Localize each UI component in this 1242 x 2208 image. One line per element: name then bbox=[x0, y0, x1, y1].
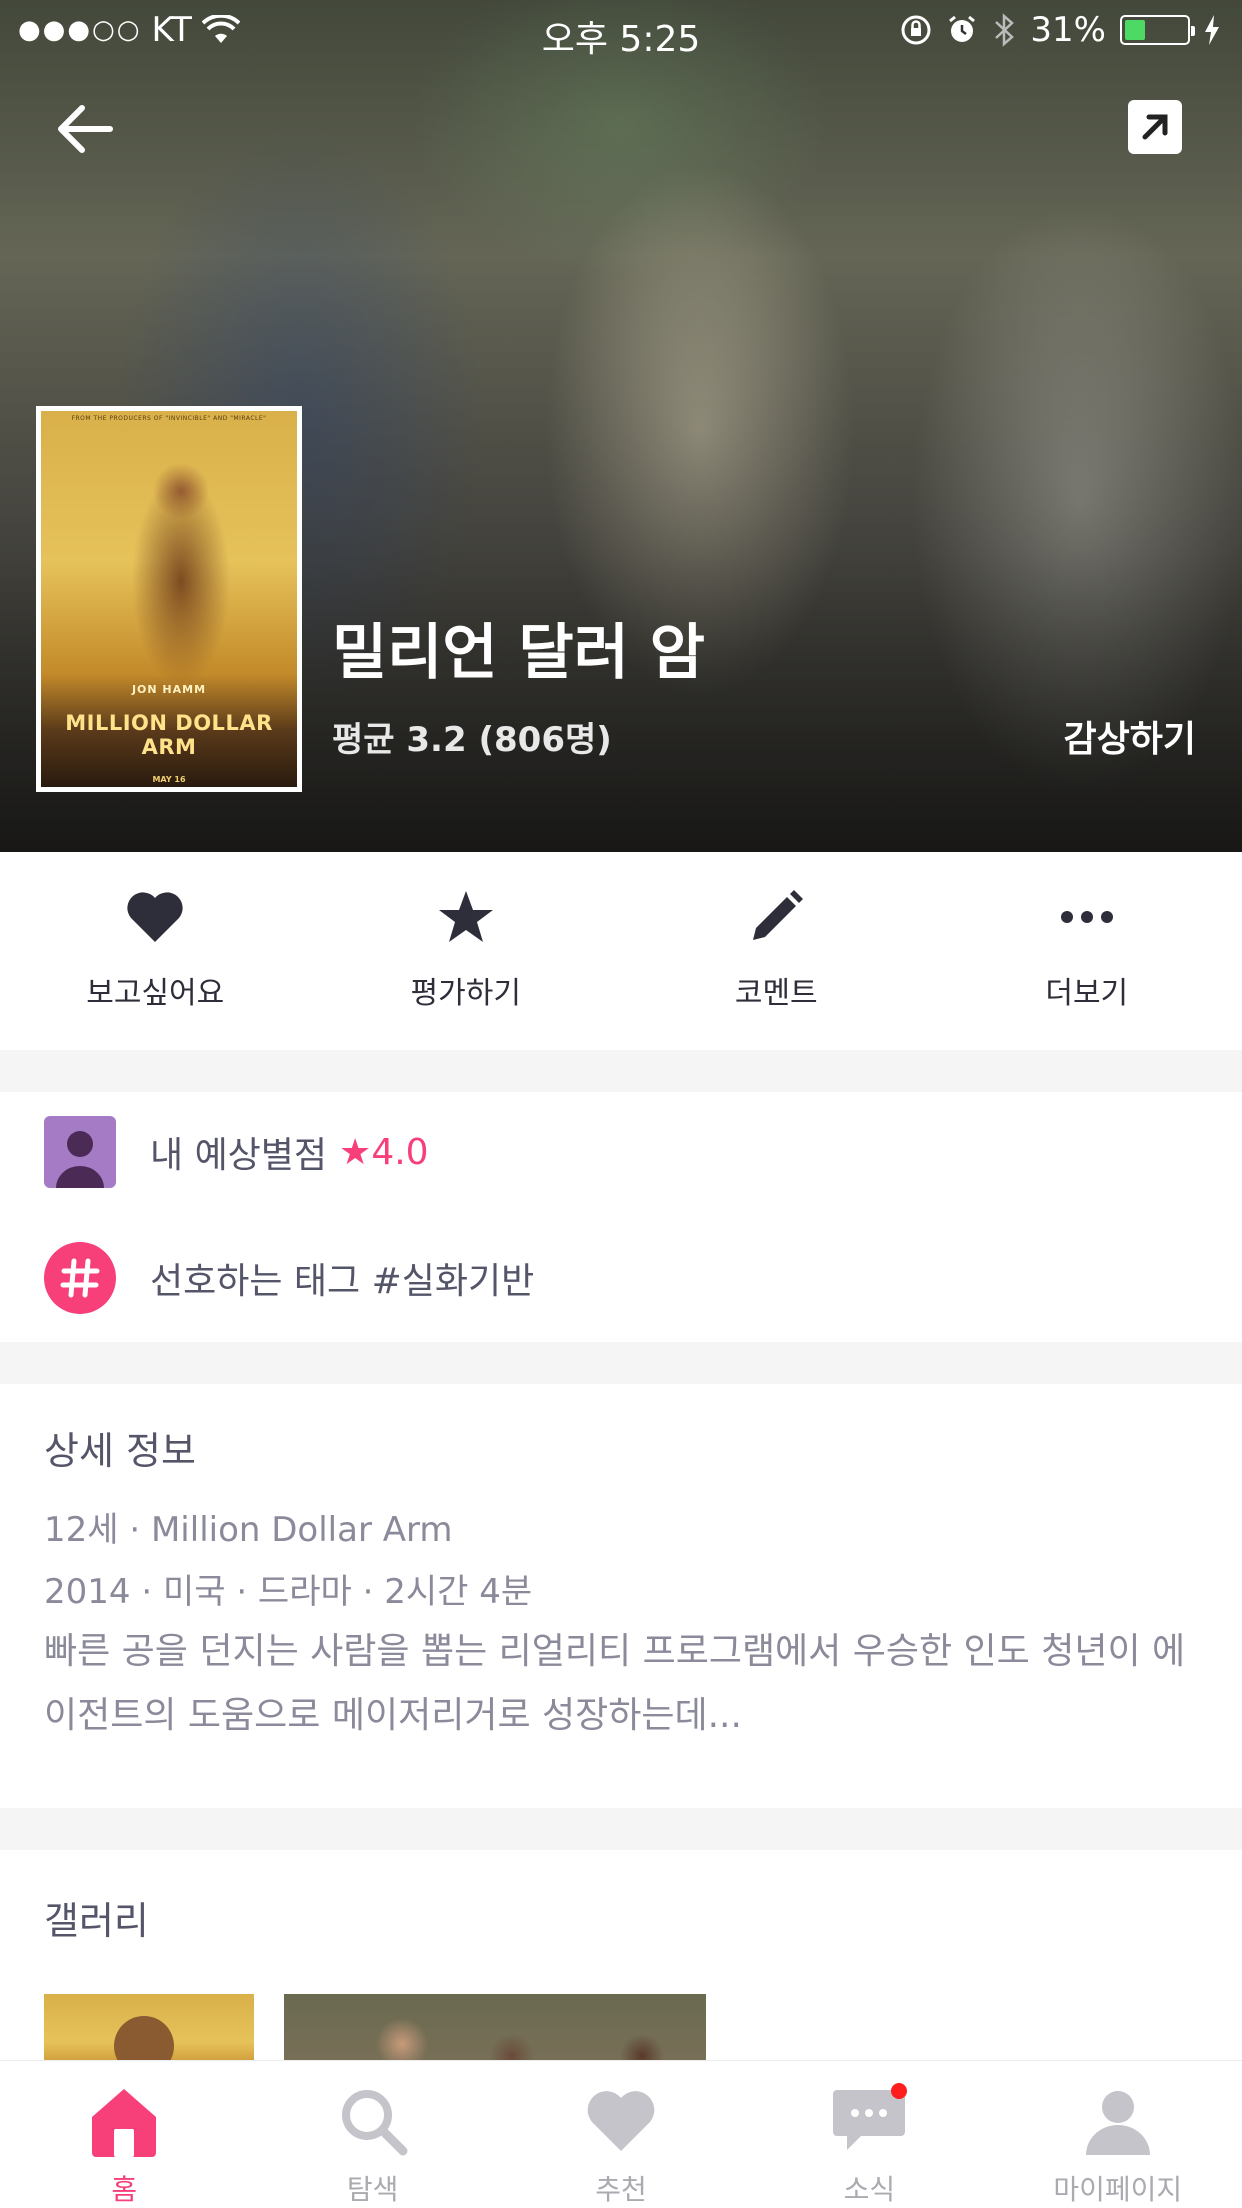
more-label: 더보기 bbox=[1045, 976, 1129, 1011]
want-to-watch-label: 보고싶어요 bbox=[86, 976, 225, 1011]
details-title: 상세 정보 bbox=[44, 1429, 196, 1473]
gallery-section: 갤러리 bbox=[0, 1850, 1242, 2060]
tab-home-label: 홈 bbox=[111, 2173, 138, 2206]
tab-bar: 홈 탐색 추천 소식 마이페이지 bbox=[0, 2060, 1242, 2208]
tab-news[interactable]: 소식 bbox=[745, 2061, 993, 2208]
tab-news-label: 소식 bbox=[843, 2173, 896, 2206]
heart-icon bbox=[587, 2090, 655, 2151]
gallery-image-poster[interactable] bbox=[44, 1994, 254, 2060]
battery-icon bbox=[1120, 15, 1195, 45]
external-link-icon bbox=[1142, 114, 1168, 140]
tab-search[interactable]: 탐색 bbox=[248, 2061, 496, 2208]
more-icon bbox=[1060, 911, 1113, 923]
poster-title: MILLION DOLLAR ARM bbox=[65, 711, 273, 759]
battery-percent: 31% bbox=[1030, 10, 1106, 50]
home-icon bbox=[92, 2088, 157, 2157]
tab-search-label: 탐색 bbox=[346, 2173, 399, 2206]
tab-home[interactable]: 홈 bbox=[0, 2061, 248, 2208]
section-divider bbox=[0, 1808, 1242, 1850]
more-button[interactable]: 더보기 bbox=[932, 852, 1242, 1050]
rate-button[interactable]: 평가하기 bbox=[311, 852, 622, 1050]
share-button[interactable] bbox=[1128, 100, 1182, 154]
arrow-left-icon bbox=[58, 105, 113, 153]
movie-title: 밀리언 달러 암 bbox=[332, 618, 705, 688]
preferred-tag-row[interactable]: 선호하는 태그 #실화기반 bbox=[44, 1242, 534, 1314]
poster-date: MAY 16 bbox=[152, 775, 186, 784]
section-divider bbox=[0, 1050, 1242, 1092]
back-button[interactable] bbox=[52, 94, 122, 164]
want-to-watch-button[interactable]: 보고싶어요 bbox=[0, 852, 311, 1050]
rotation-lock-icon bbox=[901, 15, 931, 45]
tab-recommend[interactable]: 추천 bbox=[497, 2061, 745, 2208]
bluetooth-icon bbox=[995, 13, 1015, 47]
tab-mypage-label: 마이페이지 bbox=[1053, 2173, 1183, 2206]
search-icon bbox=[341, 2089, 408, 2155]
pencil-icon bbox=[753, 890, 804, 940]
predicted-rating-row[interactable]: 내 예상별점 ★4.0 bbox=[44, 1116, 429, 1188]
comment-label: 코멘트 bbox=[734, 976, 818, 1011]
predicted-rating-value: ★4.0 bbox=[339, 1131, 429, 1173]
rate-label: 평가하기 bbox=[410, 976, 521, 1011]
person-icon bbox=[56, 1131, 104, 1188]
predicted-rating-label: 내 예상별점 bbox=[150, 1135, 328, 1176]
alarm-icon bbox=[949, 15, 976, 42]
status-bar: ●●●○○ KT 오후 5:25 31% bbox=[0, 0, 1242, 60]
action-bar: 보고싶어요 평가하기 코멘트 더보기 bbox=[0, 852, 1242, 1050]
hero-banner: ●●●○○ KT 오후 5:25 31% FROM THE PRODUCERS … bbox=[0, 0, 1242, 852]
star-icon bbox=[438, 891, 493, 942]
details-age-title: 12세 · Million Dollar Arm bbox=[44, 1510, 453, 1550]
average-rating: 평균 3.2 (806명) bbox=[332, 720, 612, 760]
poster-tagline: FROM THE PRODUCERS OF "INVINCIBLE" AND "… bbox=[71, 415, 267, 422]
person-icon bbox=[1085, 2090, 1150, 2155]
hashtag-icon bbox=[44, 1242, 116, 1314]
poster-actor: JON HAMM bbox=[131, 683, 207, 696]
personal-prefs: 내 예상별점 ★4.0 선호하는 태그 #실화기반 bbox=[0, 1092, 1242, 1342]
gallery-image-still[interactable] bbox=[284, 1994, 706, 2060]
section-divider bbox=[0, 1342, 1242, 1384]
preferred-tag-label: 선호하는 태그 #실화기반 bbox=[150, 1261, 535, 1302]
heart-icon bbox=[127, 892, 183, 942]
avatar bbox=[44, 1116, 116, 1188]
gallery-title: 갤러리 bbox=[44, 1899, 149, 1943]
status-right: 31% bbox=[900, 10, 1220, 50]
comment-button[interactable]: 코멘트 bbox=[621, 852, 932, 1050]
details-meta: 2014 · 미국 · 드라마 · 2시간 4분 bbox=[44, 1572, 533, 1612]
tab-recommend-label: 추천 bbox=[595, 2173, 647, 2206]
movie-poster[interactable]: FROM THE PRODUCERS OF "INVINCIBLE" AND "… bbox=[36, 406, 302, 792]
tab-mypage[interactable]: 마이페이지 bbox=[994, 2061, 1242, 2208]
details-section[interactable]: 상세 정보 12세 · Million Dollar Arm 2014 · 미국… bbox=[0, 1384, 1242, 1808]
synopsis: 빠른 공을 던지는 사람을 뽑는 리얼리티 프로그램에서 우승한 인도 청년이 … bbox=[44, 1631, 1186, 1736]
charging-icon bbox=[1205, 15, 1219, 45]
watch-button[interactable]: 감상하기 bbox=[1064, 710, 1196, 762]
